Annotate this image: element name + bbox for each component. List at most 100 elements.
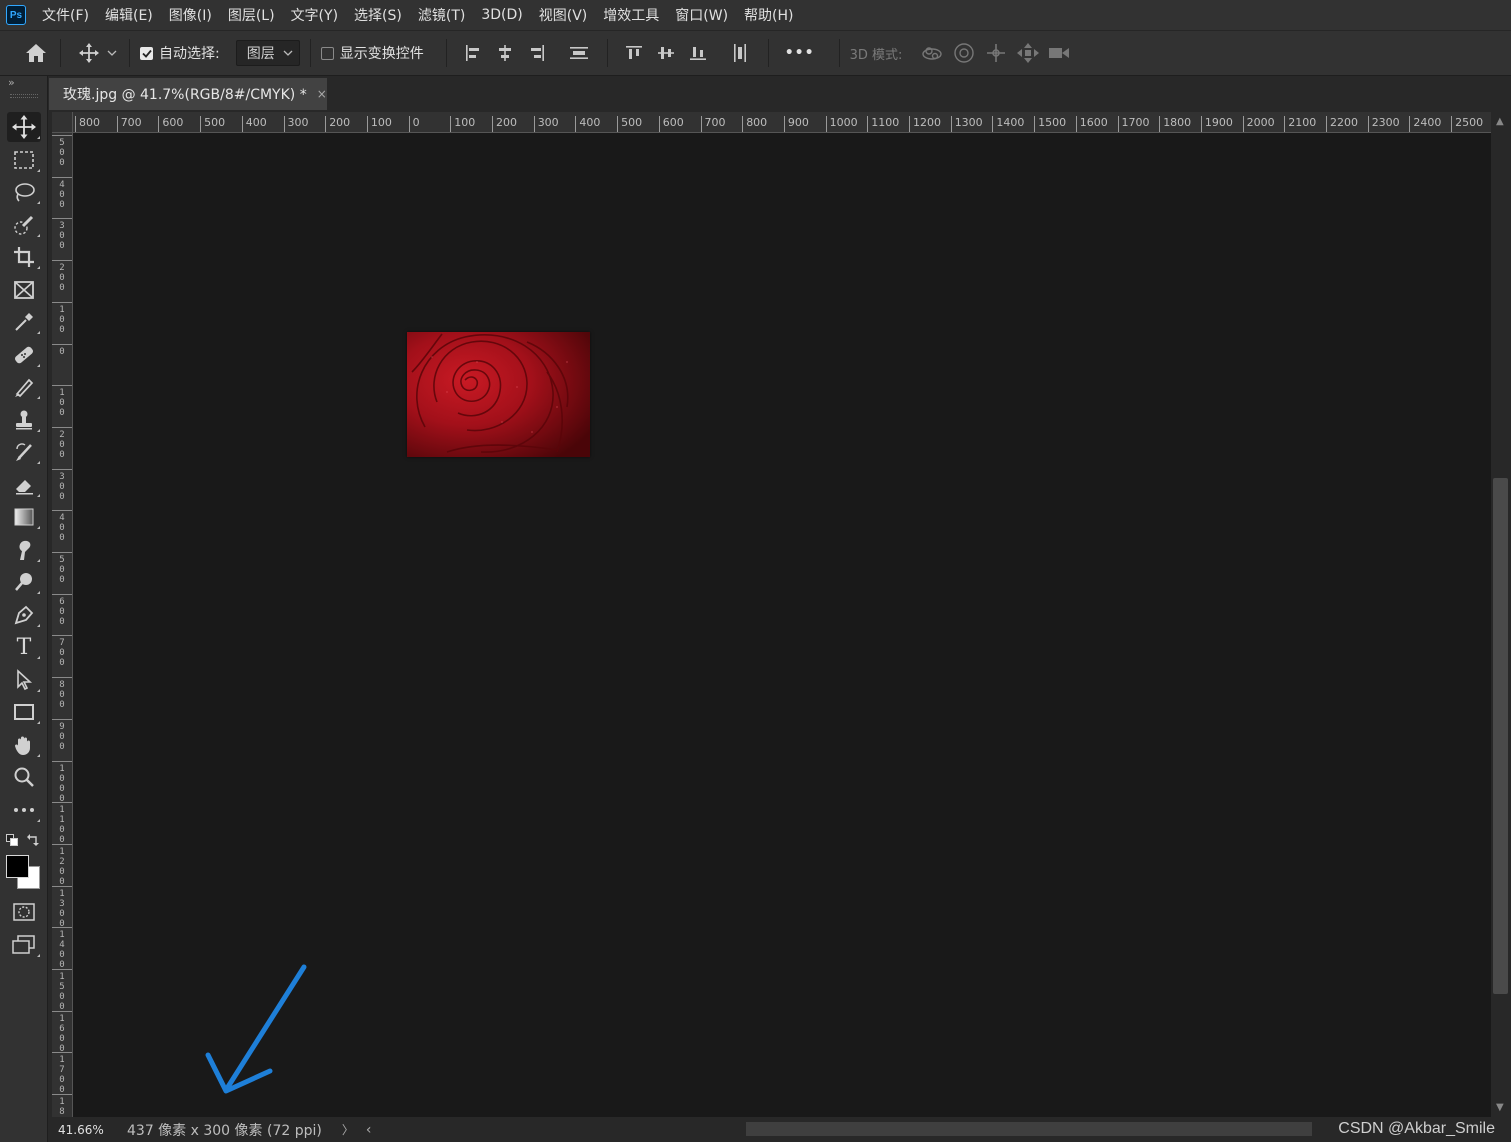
scroll-down-icon[interactable]: ▼ xyxy=(1496,1102,1504,1113)
ruler-tick xyxy=(52,260,72,262)
move-tool-preset-icon[interactable] xyxy=(77,43,101,63)
more-options-button[interactable]: ••• xyxy=(785,45,815,61)
zoom-3d-camera-icon[interactable] xyxy=(1044,44,1076,62)
default-colors-icon[interactable] xyxy=(6,834,18,850)
menu-filter[interactable]: 滤镜(T) xyxy=(418,5,465,25)
ruler-tick-label: 500 xyxy=(59,555,65,585)
photoshop-logo[interactable]: Ps xyxy=(6,5,26,25)
ruler-tick-label: 600 xyxy=(158,116,183,132)
rectangle-tool-icon[interactable] xyxy=(7,697,41,727)
spot-healing-brush-tool-icon[interactable] xyxy=(7,340,41,370)
ruler-tick-label: 1000 xyxy=(825,116,858,132)
menu-layer[interactable]: 图层(L) xyxy=(228,5,275,25)
ruler-tick-label: 1100 xyxy=(867,116,899,132)
menu-type[interactable]: 文字(Y) xyxy=(291,5,338,25)
ruler-tick-label: 300 xyxy=(533,116,559,132)
menu-help[interactable]: 帮助(H) xyxy=(744,5,793,25)
document-tab-title: 玫瑰.jpg @ 41.7%(RGB/8#/CMYK) * xyxy=(63,87,307,103)
smudge-tool-icon[interactable] xyxy=(7,535,41,565)
menu-window[interactable]: 窗口(W) xyxy=(675,5,728,25)
ruler-tick-label: 200 xyxy=(492,116,517,132)
frame-tool-icon[interactable] xyxy=(7,275,41,305)
menu-image[interactable]: 图像(I) xyxy=(169,5,212,25)
clone-stamp-tool-icon[interactable] xyxy=(7,405,41,435)
zoom-level-field[interactable]: 41.66% xyxy=(49,1123,107,1137)
menu-plugins[interactable]: 增效工具 xyxy=(603,5,659,25)
menu-select[interactable]: 选择(S) xyxy=(354,5,402,25)
collapse-panel-icon[interactable]: » xyxy=(8,76,15,89)
ruler-tick xyxy=(52,593,72,595)
quick-selection-tool-icon[interactable] xyxy=(7,210,41,240)
orbit-3d-camera-icon[interactable] xyxy=(916,43,948,63)
chevron-down-icon[interactable] xyxy=(105,50,119,56)
type-tool-icon[interactable]: T xyxy=(7,632,41,662)
ruler-tick xyxy=(52,301,72,303)
ruler-tick-label: 1200 xyxy=(909,116,941,132)
menu-view[interactable]: 视图(V) xyxy=(539,5,588,25)
ruler-tick-label: 700 xyxy=(116,116,142,132)
align-bottom-edges-icon[interactable] xyxy=(682,44,714,62)
scroll-left-icon[interactable]: ‹ xyxy=(366,1122,372,1138)
ruler-tick-label: 1400 xyxy=(992,116,1024,132)
menu-edit[interactable]: 编辑(E) xyxy=(105,5,153,25)
ruler-tick-label: 900 xyxy=(783,116,809,132)
dodge-tool-icon[interactable] xyxy=(7,567,41,597)
move-tool-icon[interactable] xyxy=(7,112,41,142)
home-icon[interactable] xyxy=(22,43,50,63)
document-tab[interactable]: 玫瑰.jpg @ 41.7%(RGB/8#/CMYK) * × xyxy=(49,78,327,110)
auto-select-checkbox[interactable] xyxy=(140,46,153,60)
close-icon[interactable]: × xyxy=(317,87,327,101)
show-transform-controls-label: 显示变换控件 xyxy=(339,46,424,62)
ruler-tick-label: 100 xyxy=(366,116,392,132)
vertical-ruler[interactable]: 5004003002001000100200300400500600700800… xyxy=(52,133,73,1117)
lasso-tool-icon[interactable] xyxy=(7,177,41,207)
align-right-edges-icon[interactable] xyxy=(521,44,553,62)
separator xyxy=(129,39,130,67)
slide-3d-camera-icon[interactable] xyxy=(1012,42,1044,64)
distribute-vertical-icon[interactable] xyxy=(563,44,595,62)
crop-tool-icon[interactable] xyxy=(7,242,41,272)
auto-select-target-value: 图层 xyxy=(246,46,275,62)
align-vertical-centers-icon[interactable] xyxy=(650,44,682,62)
zoom-tool-icon[interactable] xyxy=(7,762,41,792)
ruler-tick xyxy=(52,1094,72,1096)
rectangular-marquee-tool-icon[interactable] xyxy=(7,145,41,175)
swap-colors-icon[interactable] xyxy=(27,833,40,850)
path-selection-tool-icon[interactable] xyxy=(7,665,41,695)
ruler-tick-label: 1800 xyxy=(59,1097,65,1117)
change-screen-mode-icon[interactable] xyxy=(7,930,41,960)
ruler-tick xyxy=(52,135,72,136)
align-left-edges-icon[interactable] xyxy=(457,44,489,62)
ruler-tick-label: 2000 xyxy=(1242,116,1275,132)
ruler-tick xyxy=(52,969,72,970)
ruler-origin[interactable] xyxy=(52,112,73,133)
scroll-up-icon[interactable]: ▲ xyxy=(1496,116,1504,127)
menu-3d[interactable]: 3D(D) xyxy=(481,7,522,23)
panel-grip[interactable] xyxy=(10,94,38,98)
quick-mask-mode-icon[interactable] xyxy=(7,897,41,927)
auto-select-target-dropdown[interactable]: 图层 xyxy=(235,40,300,66)
eraser-tool-icon[interactable] xyxy=(7,470,41,500)
horizontal-scroll-thumb[interactable] xyxy=(746,1122,1312,1136)
foreground-color-swatch[interactable] xyxy=(6,855,29,878)
history-brush-tool-icon[interactable] xyxy=(7,437,41,467)
ruler-tick-label: 1600 xyxy=(1075,116,1108,132)
align-horizontal-centers-icon[interactable] xyxy=(489,44,521,62)
status-expand-icon[interactable]: 〉 xyxy=(342,1121,354,1138)
gradient-tool-icon[interactable] xyxy=(7,502,41,532)
hand-tool-icon[interactable] xyxy=(7,730,41,760)
ruler-tick-label: 1800 xyxy=(1159,116,1191,132)
show-transform-controls-checkbox[interactable] xyxy=(320,46,334,60)
brush-tool-icon[interactable] xyxy=(7,372,41,402)
align-top-edges-icon[interactable] xyxy=(618,44,650,62)
eyedropper-tool-icon[interactable] xyxy=(7,307,41,337)
vertical-scroll-thumb[interactable] xyxy=(1493,478,1508,994)
horizontal-ruler[interactable]: 800 700 600 500 400 300 200 100 0 100 200 300 400 500… xyxy=(73,112,1491,133)
edit-toolbar-icon[interactable] xyxy=(7,795,41,825)
roll-3d-camera-icon[interactable] xyxy=(948,42,980,64)
distribute-horizontal-icon[interactable] xyxy=(724,43,756,63)
menu-file[interactable]: 文件(F) xyxy=(42,5,89,25)
pen-tool-icon[interactable] xyxy=(7,600,41,630)
rose-image[interactable] xyxy=(407,332,590,457)
pan-3d-camera-icon[interactable] xyxy=(980,42,1012,64)
